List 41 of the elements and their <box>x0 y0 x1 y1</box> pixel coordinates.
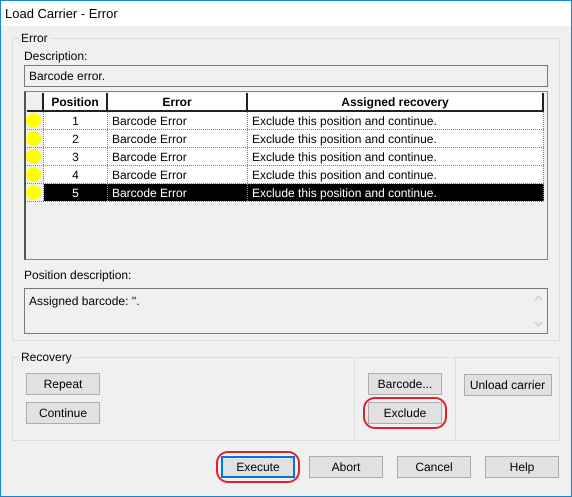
column-header[interactable]: Assigned recovery <box>248 93 544 110</box>
group-legend: Recovery <box>19 350 74 364</box>
dialog-button[interactable]: Execute <box>221 456 295 478</box>
dialog-button[interactable]: Cancel <box>397 456 471 478</box>
table-row[interactable]: 4 Barcode Error Exclude this position and continue. <box>27 166 544 184</box>
dialog-button[interactable]: Unload carrier <box>464 374 552 396</box>
table-cell: Exclude this position and continue. <box>248 112 544 129</box>
table-cell: 3 <box>44 148 108 165</box>
table-cell: Exclude this position and continue. <box>248 166 544 183</box>
table-cell: Exclude this position and continue. <box>248 148 544 165</box>
position-description-field: Assigned barcode: ''. <box>24 288 548 334</box>
table-cell: Barcode Error <box>108 166 248 183</box>
table-cell: Barcode Error <box>108 130 248 147</box>
description-field: Barcode error. <box>24 65 548 87</box>
table-cell: Barcode Error <box>108 148 248 165</box>
table-row[interactable]: 2 Barcode Error Exclude this position and continue. <box>27 130 544 148</box>
table-cell: Barcode Error <box>108 184 248 201</box>
dialog-button[interactable]: Help <box>485 456 559 478</box>
window-title: Load Carrier - Error <box>5 4 118 23</box>
field-label: Position description: <box>24 267 132 284</box>
scroll-down-icon[interactable] <box>534 321 543 327</box>
table-row[interactable]: 1 Barcode Error Exclude this position and continue. <box>27 112 544 130</box>
dialog-button[interactable]: Barcode... <box>368 372 442 394</box>
column-header[interactable]: Error <box>108 93 248 110</box>
table-cell: 4 <box>44 166 108 183</box>
column-header[interactable]: Position <box>44 93 108 110</box>
group-legend: Error <box>19 31 50 45</box>
dialog-button[interactable]: Exclude <box>368 402 442 424</box>
dialog-button[interactable]: Continue <box>26 402 100 424</box>
table-row[interactable]: 5 Barcode Error Exclude this position and continue. <box>27 184 544 202</box>
table-cell: Exclude this position and continue. <box>248 184 544 201</box>
table-cell: 2 <box>44 130 108 147</box>
dialog-button[interactable]: Repeat <box>26 372 100 394</box>
table-cell: 1 <box>44 112 108 129</box>
scroll-up-icon[interactable] <box>534 295 543 301</box>
field-label: Description: <box>24 48 88 65</box>
table-cell: Exclude this position and continue. <box>248 130 544 147</box>
table-cell: Barcode Error <box>108 112 248 129</box>
dialog-button[interactable]: Abort <box>309 456 383 478</box>
table-row[interactable]: 3 Barcode Error Exclude this position and continue. <box>27 148 544 166</box>
table-cell: 5 <box>44 184 108 201</box>
